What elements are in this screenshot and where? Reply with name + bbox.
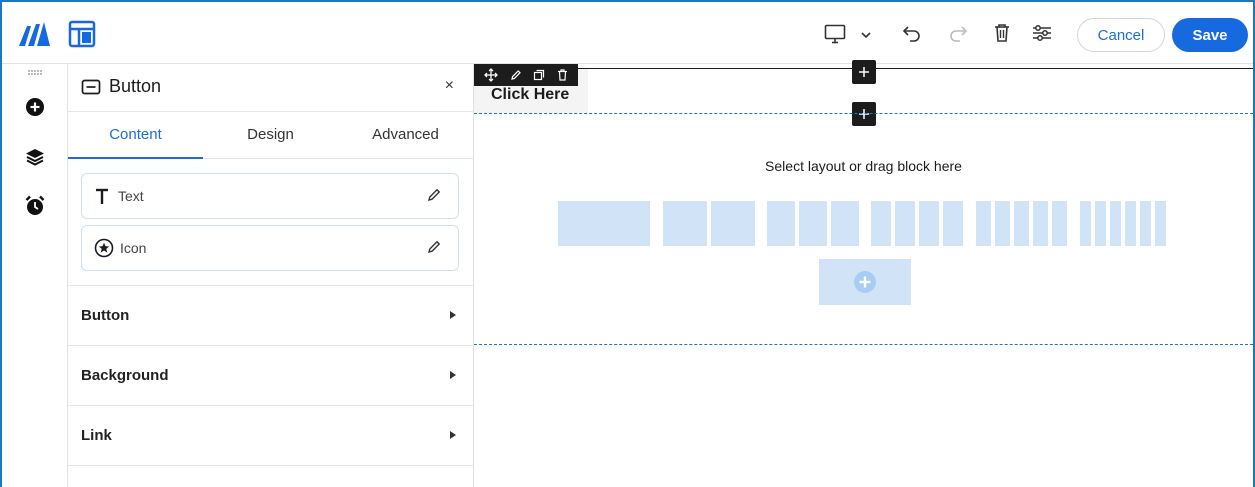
save-button[interactable]: Save	[1172, 18, 1248, 52]
panel-title: Button	[81, 76, 161, 97]
drag-handle-icon[interactable]	[2, 70, 68, 76]
add-circle-icon[interactable]	[2, 97, 68, 117]
alarm-clock-icon[interactable]	[2, 195, 68, 217]
layout-icon[interactable]	[68, 20, 96, 48]
section-button[interactable]: Button	[68, 285, 474, 345]
layout-option-6-columns[interactable]	[1080, 201, 1166, 246]
text-icon	[96, 188, 108, 204]
edit-pencil-icon[interactable]	[510, 69, 522, 81]
element-toolbar	[474, 64, 578, 86]
chevron-down-icon[interactable]	[861, 31, 871, 39]
settings-sliders-icon[interactable]	[1031, 24, 1053, 42]
edit-pencil-icon[interactable]	[426, 187, 442, 203]
top-bar: Cancel Save	[2, 2, 1253, 64]
content-item-label: Text	[118, 188, 144, 204]
section-label: Background	[81, 367, 169, 384]
duplicate-icon[interactable]	[533, 69, 545, 81]
element-settings-panel: Button × Content Design Advanced Text Ic…	[68, 64, 474, 487]
add-block-button[interactable]	[819, 259, 911, 305]
layout-option-2-columns[interactable]	[663, 201, 755, 246]
undo-icon[interactable]	[902, 24, 922, 42]
layout-option-1-column[interactable]	[558, 201, 650, 246]
add-section-above-button[interactable]	[852, 60, 876, 84]
content-item-icon[interactable]: Icon	[81, 225, 459, 271]
caret-right-icon	[450, 431, 456, 439]
content-item-label: Icon	[120, 240, 147, 256]
panel-title-text: Button	[109, 76, 162, 96]
plus-icon	[859, 67, 869, 77]
layout-option-4-columns[interactable]	[871, 201, 963, 246]
section-link[interactable]: Link	[68, 405, 474, 465]
panel-tabs: Content Design Advanced	[68, 112, 474, 159]
star-circle-icon	[94, 238, 114, 258]
content-item-text[interactable]: Text	[81, 173, 459, 219]
layout-option-3-columns[interactable]	[767, 201, 859, 246]
canvas-button-text: Click Here	[491, 86, 570, 103]
layers-icon[interactable]	[2, 148, 68, 166]
editor-canvas: Click Here Select layout or drag block h…	[474, 60, 1253, 487]
redo-icon[interactable]	[948, 24, 968, 42]
section-background[interactable]: Background	[68, 345, 474, 405]
desktop-icon[interactable]	[824, 24, 846, 44]
trash-icon[interactable]	[994, 23, 1010, 43]
caret-right-icon	[450, 311, 456, 319]
section-label: Link	[81, 427, 112, 444]
tab-design[interactable]: Design	[203, 112, 338, 158]
move-icon[interactable]	[483, 68, 498, 82]
app-logo[interactable]	[17, 20, 57, 48]
edit-pencil-icon[interactable]	[426, 239, 442, 255]
panel-header: Button ×	[68, 64, 474, 112]
add-circle-icon	[854, 271, 876, 293]
section-divider	[68, 465, 474, 487]
button-element-icon	[81, 79, 101, 94]
tab-advanced[interactable]: Advanced	[338, 112, 473, 158]
close-panel-button[interactable]: ×	[445, 77, 454, 95]
left-rail	[2, 64, 68, 487]
section-label: Button	[81, 307, 130, 324]
tab-content[interactable]: Content	[68, 112, 203, 159]
cancel-button[interactable]: Cancel	[1077, 18, 1165, 52]
trash-icon[interactable]	[557, 69, 568, 81]
empty-section-drop-area[interactable]: Select layout or drag block here	[474, 113, 1253, 345]
drop-area-label: Select layout or drag block here	[765, 158, 962, 174]
layout-option-5-columns[interactable]	[976, 201, 1067, 246]
caret-right-icon	[450, 371, 456, 379]
